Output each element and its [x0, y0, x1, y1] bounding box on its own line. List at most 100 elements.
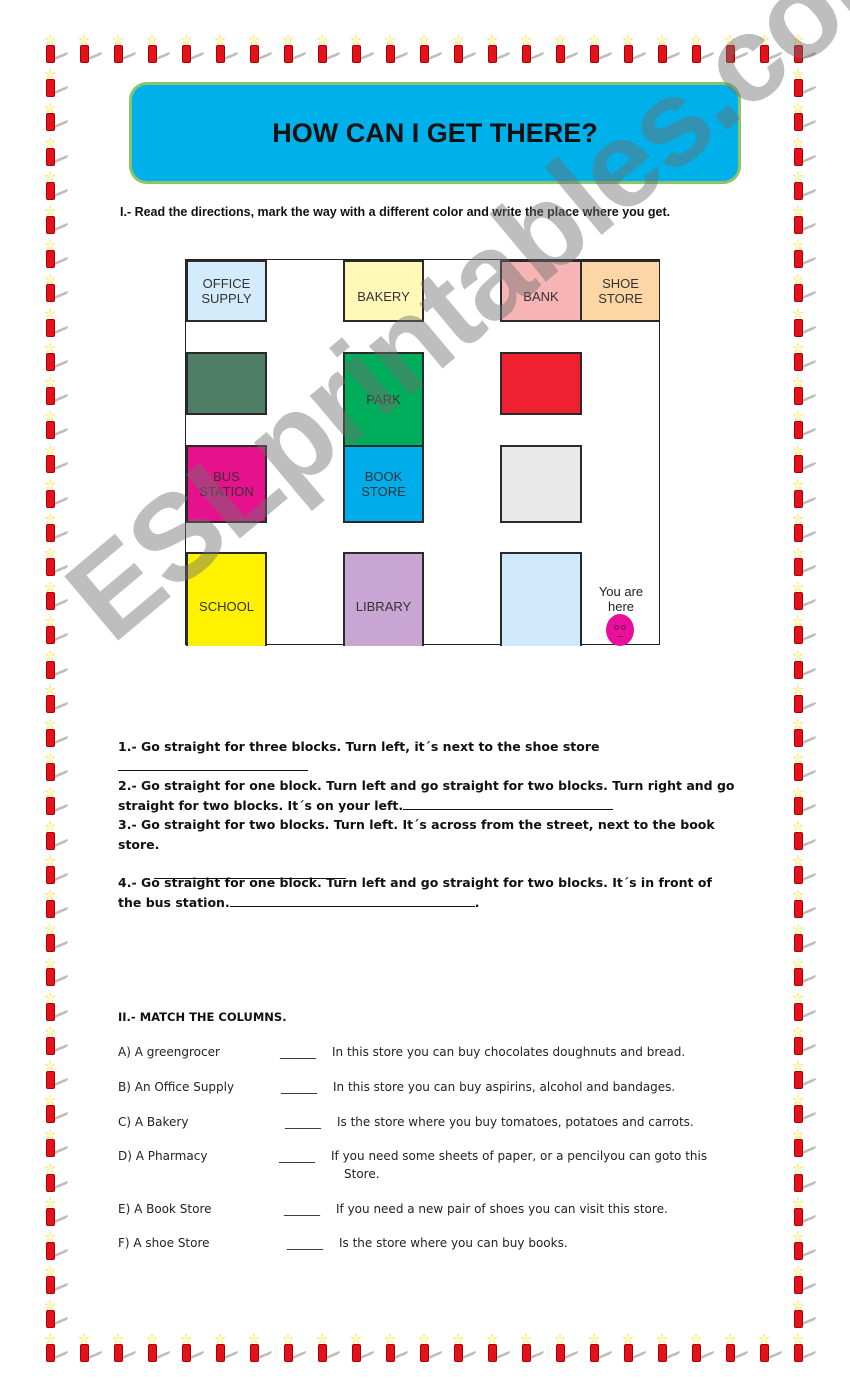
- firecracker-icon: [790, 1231, 817, 1261]
- match-left-item: E) A Book Store: [118, 1202, 212, 1216]
- firecracker-icon: [42, 854, 69, 885]
- firecracker-icon: [42, 1196, 69, 1227]
- answer-blank[interactable]: [118, 758, 308, 771]
- firecracker-icon: [246, 1333, 273, 1363]
- firecracker-icon: [790, 1333, 817, 1363]
- match-answer-blank[interactable]: ______: [281, 1080, 317, 1094]
- firecracker-icon: [42, 136, 69, 167]
- section2-heading: II.- MATCH THE COLUMNS.: [118, 1010, 287, 1024]
- match-answer-blank[interactable]: ______: [279, 1149, 315, 1163]
- firecracker-icon: [42, 923, 69, 953]
- firecracker-icon: [756, 34, 783, 64]
- firecracker-icon: [790, 1128, 817, 1158]
- match-left-item: D) A Pharmacy: [118, 1149, 208, 1163]
- firecracker-icon: [586, 1333, 613, 1363]
- firecracker-icon: [450, 34, 477, 64]
- firecracker-icon: [348, 1333, 375, 1363]
- firecracker-icon: [42, 1162, 69, 1193]
- firecracker-icon: [790, 649, 817, 680]
- block-office-supply: OFFICE SUPPLY: [186, 260, 267, 322]
- firecracker-icon: [42, 1094, 69, 1124]
- firecracker-icon: [42, 1265, 69, 1295]
- block-bakery: BAKERY: [343, 260, 424, 322]
- firecracker-icon: [552, 1333, 579, 1363]
- question-text: 3.- Go straight for two blocks. Turn lef…: [118, 817, 715, 852]
- match-left-item: A) A greengrocer: [118, 1045, 220, 1059]
- firecracker-icon: [620, 34, 647, 64]
- firecracker-icon: [790, 68, 817, 98]
- firecracker-icon: [42, 410, 69, 440]
- firecracker-icon: [790, 1162, 817, 1193]
- firecracker-icon: [790, 410, 817, 440]
- firecracker-icon: [790, 786, 817, 816]
- page-title: HOW CAN I GET THERE?: [272, 117, 598, 148]
- firecracker-icon: [314, 34, 341, 64]
- firecracker-icon: [42, 1060, 69, 1090]
- question-2: 2.- Go straight for one block. Turn left…: [118, 776, 738, 815]
- firecracker-icon: [76, 1333, 103, 1363]
- firecracker-icon: [790, 1025, 817, 1056]
- smiley-face-icon: [606, 614, 634, 646]
- firecracker-icon: [790, 512, 817, 543]
- firecracker-icon: [42, 478, 69, 509]
- firecracker-icon: [790, 478, 817, 509]
- firecracker-icon: [518, 1333, 545, 1363]
- block-label: OFFICE SUPPLY: [201, 276, 252, 306]
- firecracker-icon: [42, 512, 69, 543]
- firecracker-icon: [790, 991, 817, 1022]
- block-bank: BANK: [500, 260, 582, 322]
- firecracker-icon: [790, 547, 817, 577]
- firecracker-icon: [42, 239, 69, 269]
- firecracker-icon: [790, 205, 817, 235]
- firecracker-icon: [42, 1231, 69, 1261]
- firecracker-icon: [790, 273, 817, 303]
- firecracker-icon: [790, 444, 817, 474]
- firecracker-icon: [280, 34, 307, 64]
- firecracker-icon: [620, 1333, 647, 1363]
- answer-blank[interactable]: [229, 894, 475, 907]
- firecracker-icon: [484, 34, 511, 64]
- firecracker-icon: [790, 1299, 817, 1329]
- firecracker-icon: [42, 102, 69, 132]
- match-answer-blank[interactable]: ______: [284, 1202, 320, 1216]
- firecracker-icon: [790, 1094, 817, 1124]
- question-text: 1.- Go straight for three blocks. Turn l…: [118, 739, 600, 754]
- firecracker-icon: [110, 34, 137, 64]
- firecracker-icon: [42, 718, 69, 748]
- firecracker-icon: [42, 1299, 69, 1329]
- firecracker-icon: [42, 170, 69, 201]
- match-left-item: B) An Office Supply: [118, 1080, 235, 1094]
- firecracker-icon: [42, 649, 69, 680]
- firecracker-icon: [42, 34, 69, 64]
- firecracker-icon: [654, 1333, 681, 1363]
- firecracker-icon: [790, 170, 817, 201]
- firecracker-icon: [348, 34, 375, 64]
- block-label: BOOK STORE: [361, 469, 406, 499]
- match-right-item: In this store you can buy chocolates dou…: [332, 1045, 686, 1059]
- firecracker-icon: [790, 136, 817, 167]
- answer-blank[interactable]: [403, 797, 614, 810]
- firecracker-icon: [790, 376, 817, 406]
- block-label: BAKERY: [357, 288, 410, 304]
- match-answer-blank[interactable]: ______: [287, 1236, 323, 1250]
- section1-instruction: I.- Read the directions, mark the way wi…: [120, 205, 671, 219]
- match-right-item: Is the store where you buy tomatoes, pot…: [337, 1115, 694, 1129]
- firecracker-icon: [42, 683, 69, 714]
- firecracker-icon: [722, 1333, 749, 1363]
- block-label: LIBRARY: [355, 598, 412, 614]
- match-answer-blank[interactable]: ______: [285, 1115, 321, 1129]
- firecracker-icon: [314, 1333, 341, 1363]
- firecracker-icon: [42, 957, 69, 987]
- street-map: OFFICE SUPPLY BAKERY BANK SHOE STORE PAR…: [185, 259, 660, 646]
- question-end: .: [474, 894, 480, 910]
- you-are-here-label: You are here: [598, 584, 644, 614]
- firecracker-icon: [790, 581, 817, 611]
- firecracker-icon: [518, 34, 545, 64]
- firecracker-icon: [722, 34, 749, 64]
- firecracker-icon: [42, 991, 69, 1022]
- block-unlabeled-light-blue: [500, 552, 582, 646]
- firecracker-icon: [790, 1265, 817, 1295]
- match-answer-blank[interactable]: ______: [280, 1045, 316, 1059]
- firecracker-icon: [450, 1333, 477, 1363]
- firecracker-icon: [76, 34, 103, 64]
